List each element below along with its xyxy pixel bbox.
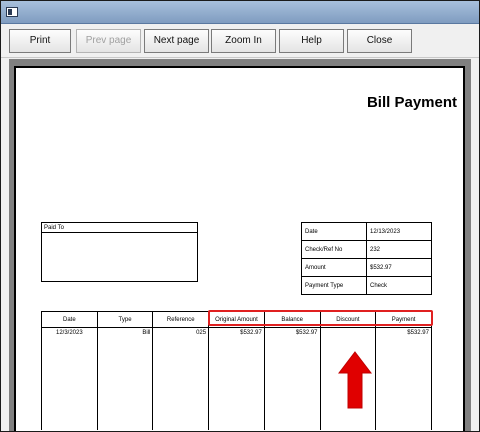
table-row: 12/3/2023 Bill 025 $532.97 $532.97 $532.… <box>41 327 432 430</box>
paid-to-label: Paid To <box>42 223 197 233</box>
next-page-button[interactable]: Next page <box>144 29 209 53</box>
info-row-amount: Amount $532.97 <box>301 258 432 277</box>
print-preview-window: Print Prev page Next page Zoom In Help C… <box>0 0 480 432</box>
info-value: $532.97 <box>366 258 432 277</box>
info-value: Check <box>366 276 432 295</box>
print-button[interactable]: Print <box>9 29 71 53</box>
zoom-in-button[interactable]: Zoom In <box>211 29 276 53</box>
header-highlight-box <box>208 310 433 326</box>
cell-date: 12/3/2023 <box>41 327 98 430</box>
info-value: 232 <box>366 240 432 259</box>
cell-original-amount: $532.97 <box>208 327 265 430</box>
column-header-date: Date <box>41 311 98 328</box>
close-button[interactable]: Close <box>347 29 412 53</box>
column-header-reference: Reference <box>152 311 210 328</box>
info-label: Date <box>301 222 367 241</box>
payment-info-table: Date 12/13/2023 Check/Ref No 232 Amount … <box>301 222 432 295</box>
title-bar[interactable] <box>1 1 479 24</box>
info-row-payment-type: Payment Type Check <box>301 276 432 295</box>
window-icon <box>6 7 18 17</box>
info-value: 12/13/2023 <box>366 222 432 241</box>
cell-type: Bill <box>96 327 154 430</box>
prev-page-button[interactable]: Prev page <box>76 29 141 53</box>
document-page: Bill Payment Paid To Date 12/13/2023 Che… <box>14 66 465 431</box>
cell-payment: $532.97 <box>375 327 432 430</box>
document-title: Bill Payment <box>366 94 457 111</box>
red-arrow-icon <box>338 351 372 409</box>
paid-to-box: Paid To <box>41 222 198 282</box>
cell-balance: $532.97 <box>263 327 321 430</box>
info-label: Check/Ref No <box>301 240 367 259</box>
help-button[interactable]: Help <box>279 29 344 53</box>
info-row-date: Date 12/13/2023 <box>301 222 432 241</box>
info-label: Amount <box>301 258 367 277</box>
column-header-type: Type <box>96 311 154 328</box>
preview-viewport[interactable]: Bill Payment Paid To Date 12/13/2023 Che… <box>9 59 471 431</box>
cell-reference: 025 <box>152 327 210 430</box>
info-row-check-ref: Check/Ref No 232 <box>301 240 432 259</box>
bill-lines-table: Date Type Reference Original Amount Bala… <box>41 311 432 430</box>
toolbar: Print Prev page Next page Zoom In Help C… <box>1 24 479 58</box>
info-label: Payment Type <box>301 276 367 295</box>
